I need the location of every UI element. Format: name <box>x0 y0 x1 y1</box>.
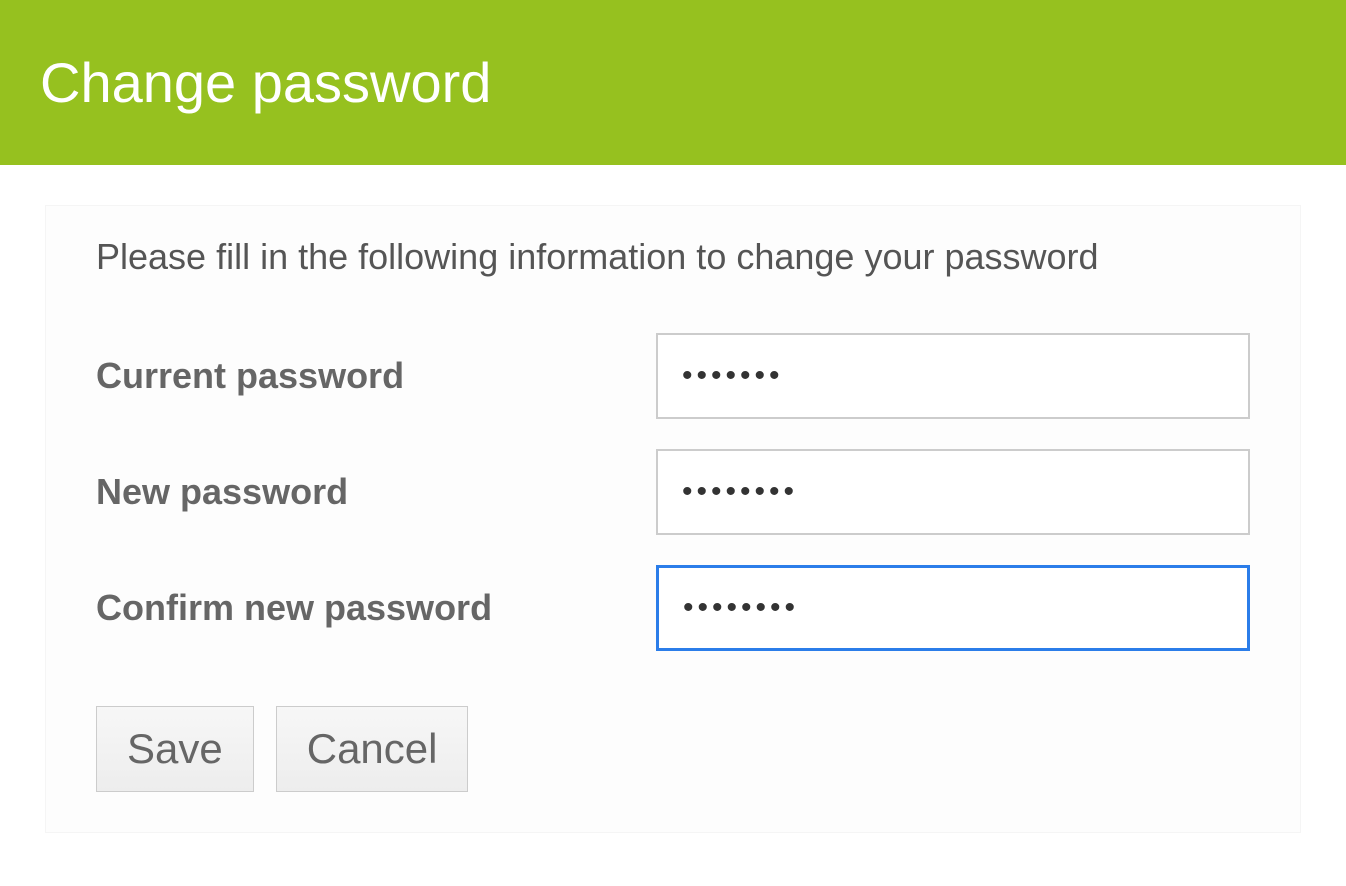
current-password-row: Current password <box>96 333 1250 419</box>
cancel-button[interactable]: Cancel <box>276 706 469 792</box>
confirm-password-row: Confirm new password <box>96 565 1250 651</box>
save-button[interactable]: Save <box>96 706 254 792</box>
new-password-input[interactable] <box>656 449 1250 535</box>
new-password-label: New password <box>96 471 656 513</box>
content-wrapper: Please fill in the following information… <box>0 165 1346 873</box>
confirm-password-label: Confirm new password <box>96 587 656 629</box>
change-password-form: Please fill in the following information… <box>45 205 1301 833</box>
form-instruction: Please fill in the following information… <box>96 231 1250 283</box>
new-password-row: New password <box>96 449 1250 535</box>
current-password-input[interactable] <box>656 333 1250 419</box>
confirm-password-input[interactable] <box>656 565 1250 651</box>
current-password-label: Current password <box>96 355 656 397</box>
button-row: Save Cancel <box>96 706 1250 792</box>
page-title: Change password <box>40 50 1306 115</box>
page-header: Change password <box>0 0 1346 165</box>
